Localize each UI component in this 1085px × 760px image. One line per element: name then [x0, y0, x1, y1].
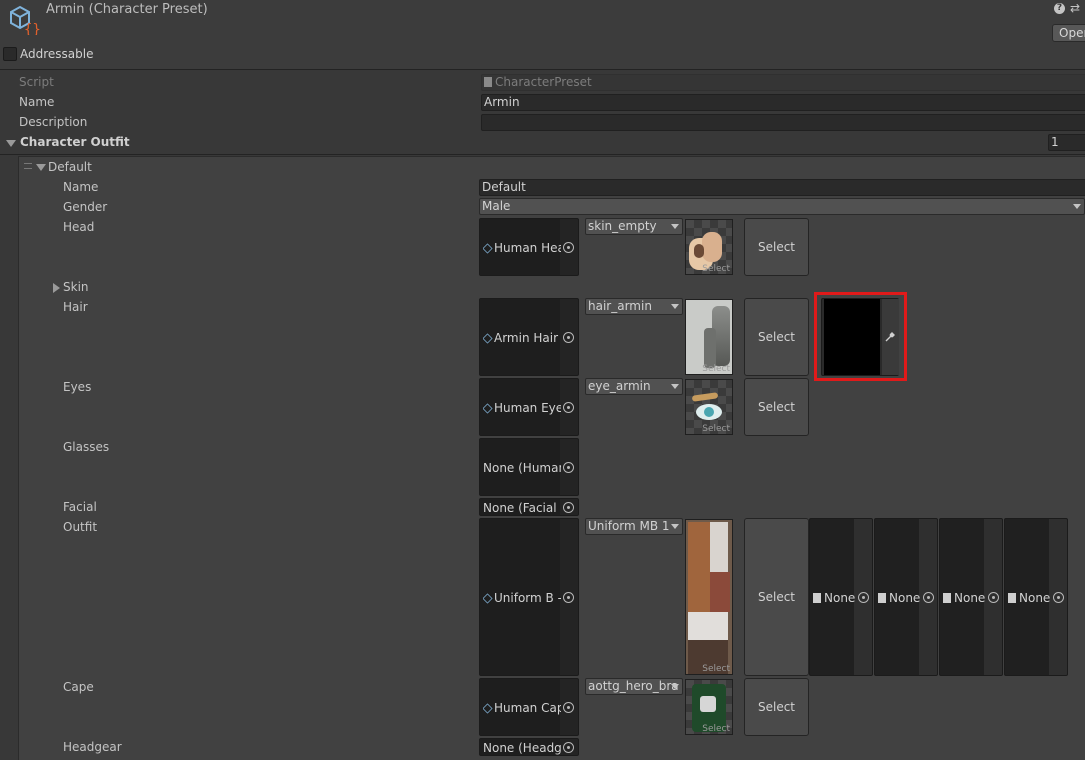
- object-picker-icon[interactable]: [563, 332, 574, 343]
- object-picker-icon[interactable]: [563, 742, 574, 753]
- script-field[interactable]: CharacterPreset: [481, 74, 1085, 91]
- object-picker-icon[interactable]: [563, 702, 574, 713]
- cape-variant-dropdown[interactable]: aottg_hero_bra: [585, 678, 683, 695]
- inspector-title: Armin (Character Preset): [46, 2, 208, 17]
- chevron-down-icon: [671, 684, 679, 689]
- object-picker-icon[interactable]: [858, 592, 869, 603]
- outfit-label: Outfit: [63, 520, 98, 534]
- outfit-object-field[interactable]: Uniform B -: [479, 518, 579, 676]
- head-texture-thumbnail[interactable]: Select: [685, 219, 733, 275]
- open-button[interactable]: Open: [1052, 24, 1085, 42]
- eyedropper-icon[interactable]: [884, 331, 896, 343]
- hair-object-field[interactable]: Armin Hair (: [479, 298, 579, 376]
- head-object-field[interactable]: Human Hea: [479, 218, 579, 276]
- divider: [0, 154, 1085, 155]
- headgear-object-field[interactable]: None (Headge: [479, 738, 579, 756]
- character-outfit-foldout[interactable]: Character Outfit: [20, 135, 130, 149]
- addressable-checkbox[interactable]: [3, 47, 17, 61]
- outfit-texture-slot[interactable]: None: [1004, 518, 1068, 676]
- eyes-texture-thumbnail[interactable]: Select: [685, 379, 733, 435]
- chevron-down-icon: [1073, 204, 1081, 209]
- hair-color-field[interactable]: [821, 298, 899, 376]
- color-swatch[interactable]: [824, 299, 880, 375]
- eyes-select-button[interactable]: Select: [744, 378, 809, 436]
- head-label: Head: [63, 220, 95, 234]
- object-picker-icon[interactable]: [1053, 592, 1064, 603]
- prefab-icon: [483, 403, 493, 414]
- object-picker-icon[interactable]: [923, 592, 934, 603]
- file-icon: [813, 593, 821, 603]
- cape-label: Cape: [63, 680, 94, 694]
- object-picker-icon[interactable]: [563, 462, 574, 473]
- name-label: Name: [19, 95, 55, 109]
- facial-label: Facial: [63, 500, 97, 514]
- object-picker-icon[interactable]: [563, 502, 574, 513]
- hair-texture-thumbnail[interactable]: Select: [685, 299, 733, 375]
- chevron-down-icon: [671, 304, 679, 309]
- file-icon: [1008, 593, 1016, 603]
- foldout-arrow-icon[interactable]: [6, 140, 16, 147]
- eyes-label: Eyes: [63, 380, 92, 394]
- drag-handle-icon[interactable]: [24, 163, 32, 169]
- skin-foldout[interactable]: Skin: [63, 280, 89, 294]
- element-foldout-arrow-icon[interactable]: [36, 164, 46, 171]
- cape-object-field[interactable]: Human Cap: [479, 678, 579, 736]
- outfit-count-input[interactable]: 1: [1048, 134, 1085, 151]
- outfit-name-input[interactable]: Default: [479, 179, 1085, 196]
- object-picker-icon[interactable]: [563, 592, 574, 603]
- script-icon: [484, 77, 492, 87]
- chevron-down-icon: [671, 384, 679, 389]
- file-icon: [878, 593, 886, 603]
- facial-object-field[interactable]: None (Facial C: [479, 498, 579, 516]
- outfit-select-button[interactable]: Select: [744, 518, 809, 676]
- eyes-object-field[interactable]: Human Eye: [479, 378, 579, 436]
- skin-foldout-arrow-icon[interactable]: [53, 283, 60, 293]
- svg-text:{}: {}: [24, 22, 40, 35]
- outfit-texture-slot[interactable]: None: [874, 518, 938, 676]
- outfit-texture-thumbnail[interactable]: Select: [685, 519, 733, 675]
- outfit-texture-slot[interactable]: None: [939, 518, 1003, 676]
- glasses-label: Glasses: [63, 440, 110, 454]
- chevron-down-icon: [671, 524, 679, 529]
- object-picker-icon[interactable]: [563, 242, 574, 253]
- object-picker-icon[interactable]: [988, 592, 999, 603]
- hair-label: Hair: [63, 300, 88, 314]
- outfit-name-label: Name: [63, 180, 99, 194]
- cape-texture-thumbnail[interactable]: Select: [685, 679, 733, 735]
- prefab-icon: [483, 593, 493, 604]
- hair-variant-dropdown[interactable]: hair_armin: [585, 298, 683, 315]
- eyes-variant-dropdown[interactable]: eye_armin: [585, 378, 683, 395]
- gender-label: Gender: [63, 200, 108, 214]
- element-default-label[interactable]: Default: [48, 160, 92, 174]
- glasses-object-field[interactable]: None (Human: [479, 438, 579, 496]
- head-variant-dropdown[interactable]: skin_empty: [585, 218, 683, 235]
- head-select-button[interactable]: Select: [744, 218, 809, 276]
- outfit-variant-dropdown[interactable]: Uniform MB 1: [585, 518, 683, 535]
- prefab-icon: [483, 333, 493, 344]
- hair-select-button[interactable]: Select: [744, 298, 809, 376]
- description-input[interactable]: [481, 114, 1085, 131]
- object-picker-icon[interactable]: [563, 402, 574, 413]
- gender-dropdown[interactable]: Male: [479, 198, 1085, 215]
- headgear-label: Headgear: [63, 740, 122, 754]
- settings-icon[interactable]: ⇄: [1070, 1, 1080, 15]
- script-label: Script: [19, 75, 54, 89]
- cape-select-button[interactable]: Select: [744, 678, 809, 736]
- name-input[interactable]: Armin: [481, 94, 1085, 111]
- prefab-icon: [483, 243, 493, 254]
- outfit-texture-slot[interactable]: None: [809, 518, 873, 676]
- chevron-down-icon: [671, 224, 679, 229]
- prefab-icon: [483, 703, 493, 714]
- scriptable-object-icon: {}: [8, 5, 41, 38]
- addressable-label: Addressable: [20, 47, 94, 61]
- file-icon: [943, 593, 951, 603]
- description-label: Description: [19, 115, 88, 129]
- help-icon[interactable]: ?: [1054, 3, 1065, 14]
